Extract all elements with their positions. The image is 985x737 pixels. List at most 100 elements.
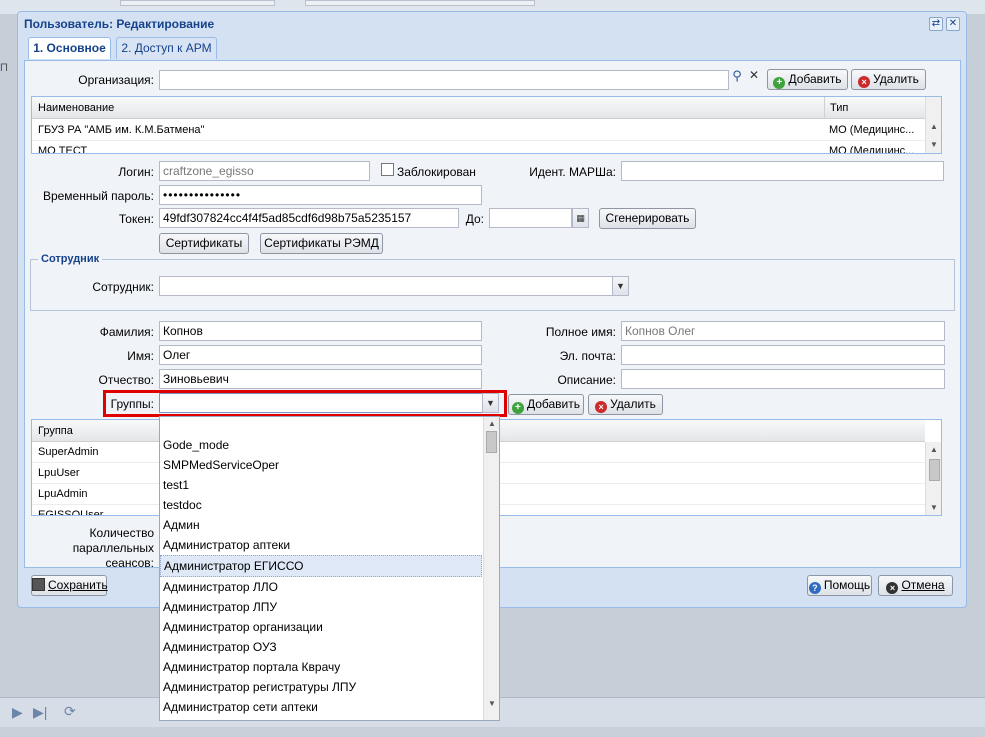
list-item[interactable]: Администратор ЛПУ: [160, 597, 482, 617]
scroll-down-icon[interactable]: ▼: [930, 503, 938, 512]
certificates-button[interactable]: Сертификаты: [159, 233, 249, 254]
org-input[interactable]: [159, 70, 729, 90]
scroll-thumb[interactable]: [929, 459, 940, 481]
help-label: Помощь: [823, 578, 871, 592]
email-input[interactable]: [621, 345, 945, 365]
org-grid: Наименование Тип ГБУЗ РА "АМБ им. К.М.Ба…: [31, 96, 942, 154]
table-row[interactable]: ГБУЗ РА "АМБ им. К.М.Батмена" МО (Медици…: [32, 120, 925, 141]
calendar-icon[interactable]: ▦: [572, 208, 589, 228]
scroll-up-icon[interactable]: ▲: [930, 445, 938, 454]
background-text-fragment: П: [0, 62, 8, 74]
cancel-label: Отмена: [901, 578, 945, 592]
employee-legend: Сотрудник: [38, 253, 103, 265]
employee-combo[interactable]: [159, 276, 613, 296]
org-grid-scrollbar[interactable]: ▲ ▼: [925, 97, 941, 153]
list-item[interactable]: Админ: [160, 515, 482, 535]
org-row-type: МО (Медицинс...: [829, 124, 915, 136]
close-icon[interactable]: ✕: [946, 17, 960, 31]
scroll-up-icon[interactable]: ▲: [488, 419, 496, 428]
tab-arm-access[interactable]: 2. Доступ к АРМ: [116, 37, 217, 59]
scroll-down-icon[interactable]: ▼: [488, 699, 496, 708]
temp-password-label: Временный пароль:: [42, 189, 154, 203]
delete-icon: ×: [595, 401, 608, 413]
list-item[interactable]: Администратор портала Кврачу: [160, 657, 482, 677]
list-item[interactable]: Администратор ЛЛО: [160, 577, 482, 597]
login-input[interactable]: craftzone_egisso: [159, 161, 370, 181]
org-col-type[interactable]: Тип: [824, 97, 848, 119]
generate-button[interactable]: Сгенерировать: [599, 208, 696, 229]
list-item[interactable]: SMPMedServiceOper: [160, 455, 482, 475]
groups-delete-label: Удалить: [610, 397, 656, 411]
restore-icon[interactable]: ⇄: [929, 17, 943, 31]
dropdown-items: Gode_mode SMPMedServiceOper test1 testdo…: [160, 435, 482, 717]
groups-col-group[interactable]: Группа: [38, 420, 73, 442]
clear-icon[interactable]: ✕: [746, 68, 762, 84]
delete-icon: ×: [858, 76, 871, 88]
temp-password-input[interactable]: •••••••••••••••: [159, 185, 482, 205]
list-item[interactable]: testdoc: [160, 495, 482, 515]
sessions-label-line: сеансов:: [105, 556, 155, 570]
sessions-label-line: параллельных: [72, 541, 154, 555]
groups-dropdown-list: Gode_mode SMPMedServiceOper test1 testdo…: [159, 416, 500, 721]
login-label: Логин:: [118, 165, 154, 179]
group-row-name: EGISSOUser: [38, 509, 104, 516]
description-input[interactable]: [621, 369, 945, 389]
fullname-label: Полное имя:: [545, 325, 616, 339]
save-icon: [32, 578, 45, 591]
list-item[interactable]: Администратор сети аптеки: [160, 697, 482, 717]
org-row-name: МО ТЕСТ: [38, 145, 88, 154]
org-row-type: МО (Медицинс...: [829, 145, 915, 154]
org-add-button[interactable]: + Добавить: [767, 69, 848, 90]
next-page-icon[interactable]: ▶: [12, 704, 23, 721]
org-col-name[interactable]: Наименование: [38, 97, 114, 119]
list-item-selected[interactable]: Администратор ЕГИССО: [160, 555, 482, 577]
fullname-input[interactable]: Копнов Олег: [621, 321, 945, 341]
background-status-bar: [0, 727, 985, 737]
help-button[interactable]: ? Помощь: [807, 575, 872, 596]
lastname-input[interactable]: Копнов: [159, 321, 482, 341]
save-label: Сохранить: [48, 578, 108, 592]
tab-main[interactable]: 1. Основное: [28, 37, 111, 59]
groups-add-button[interactable]: + Добавить: [508, 394, 584, 415]
refresh-icon[interactable]: ⟳: [64, 703, 76, 720]
list-item[interactable]: test1: [160, 475, 482, 495]
org-add-label: Добавить: [788, 72, 842, 86]
list-item[interactable]: Администратор ОУЗ: [160, 637, 482, 657]
dropdown-scrollbar[interactable]: ▲ ▼: [483, 417, 499, 720]
list-item[interactable]: Администратор аптеки: [160, 535, 482, 555]
marsh-label: Идент. МАРШа:: [529, 165, 616, 179]
scroll-down-icon[interactable]: ▼: [930, 140, 938, 149]
org-delete-button[interactable]: × Удалить: [851, 69, 926, 90]
list-item[interactable]: Администратор регистратуры ЛПУ: [160, 677, 482, 697]
email-label: Эл. почта:: [559, 349, 616, 363]
groups-grid-scrollbar[interactable]: ▲ ▼: [925, 442, 941, 515]
marsh-input[interactable]: [621, 161, 944, 181]
remd-certificates-button[interactable]: Сертификаты РЭМД: [260, 233, 383, 254]
groups-add-label: Добавить: [526, 397, 581, 411]
firstname-input[interactable]: Олег: [159, 345, 482, 365]
table-row[interactable]: МО ТЕСТ МО (Медицинс...: [32, 141, 925, 154]
token-input[interactable]: 49fdf307824cc4f4f5ad85cdf6d98b75a5235157: [159, 208, 459, 228]
blocked-label: Заблокирован: [397, 165, 476, 179]
list-item[interactable]: Gode_mode: [160, 435, 482, 455]
help-icon: ?: [808, 582, 821, 594]
token-label: Токен:: [118, 212, 154, 226]
employee-label: Сотрудник:: [92, 280, 154, 294]
groups-delete-button[interactable]: × Удалить: [588, 394, 663, 415]
scroll-up-icon[interactable]: ▲: [930, 122, 938, 131]
add-icon: +: [773, 77, 786, 89]
middlename-input[interactable]: Зиновьевич: [159, 369, 482, 389]
list-item[interactable]: Администратор организации: [160, 617, 482, 637]
org-grid-header: Наименование Тип: [32, 97, 925, 119]
until-date-input[interactable]: [489, 208, 572, 228]
search-icon[interactable]: ⚲: [729, 68, 745, 84]
sessions-label-line: Количество: [89, 526, 154, 540]
scroll-thumb[interactable]: [486, 431, 497, 453]
window-title: Пользователь: Редактирование: [24, 17, 215, 31]
save-button[interactable]: Сохранить: [31, 575, 108, 596]
last-page-icon[interactable]: ▶|: [33, 704, 47, 721]
chevron-down-icon[interactable]: ▼: [612, 276, 629, 296]
org-label: Организация:: [78, 73, 154, 87]
cancel-button[interactable]: × Отмена: [878, 575, 953, 596]
blocked-checkbox[interactable]: [381, 163, 394, 176]
